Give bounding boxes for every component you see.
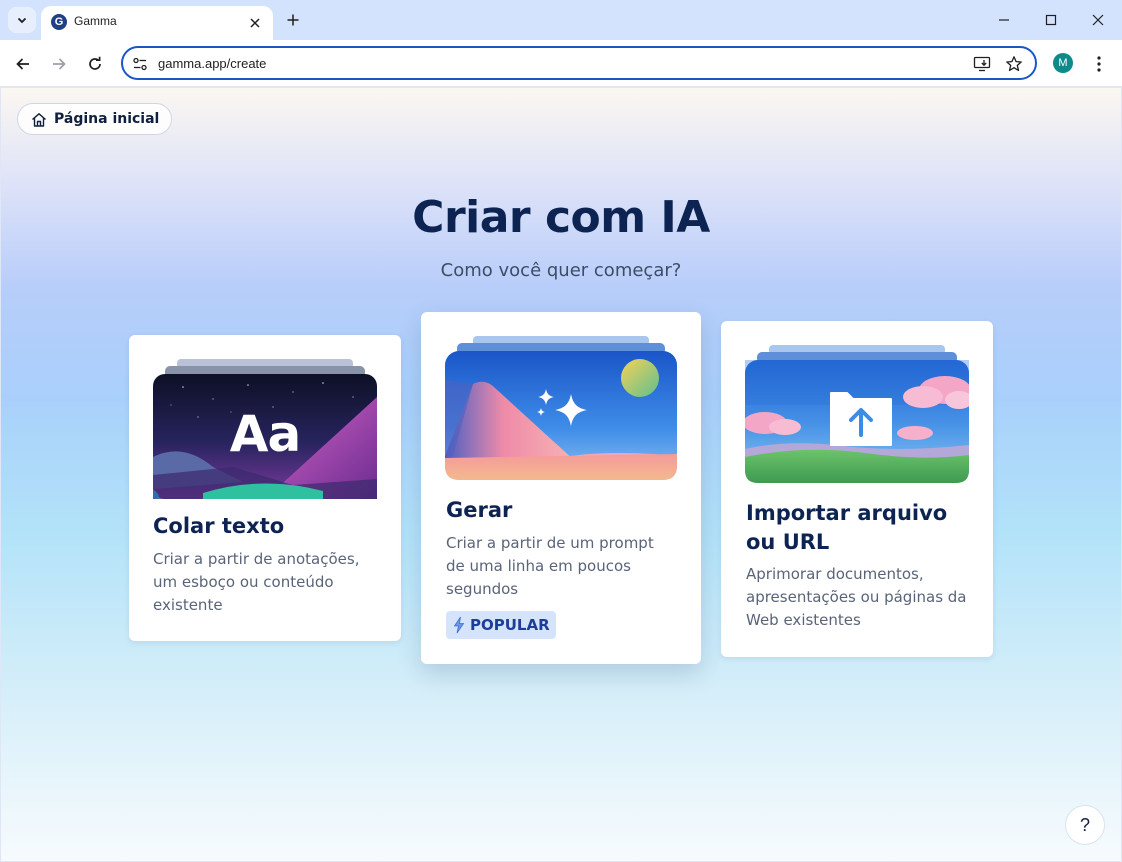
tab-search-button[interactable] [8, 7, 36, 33]
tab-close-button[interactable] [245, 13, 265, 33]
generate-description: Criar a partir de um prompt de uma linha… [446, 534, 654, 598]
window-close-button[interactable] [1086, 8, 1110, 32]
lightning-bolt-icon [453, 616, 465, 634]
import-title: Importar arquivo ou URL [746, 501, 948, 554]
arrow-left-icon [16, 58, 29, 70]
address-bar[interactable]: gamma.app/create [121, 46, 1037, 80]
browser-menu-button[interactable] [1088, 52, 1110, 76]
profile-avatar[interactable]: M [1053, 53, 1073, 73]
reload-icon [89, 56, 101, 70]
close-icon [1092, 14, 1104, 26]
import-illustration [745, 345, 969, 483]
help-button[interactable]: ? [1065, 805, 1105, 845]
home-icon [32, 113, 46, 127]
arrow-right-icon [53, 58, 66, 70]
generate-card[interactable]: Gerar Criar a partir de um prompt de uma… [421, 312, 701, 664]
browser-tab-gamma[interactable]: G Gamma [41, 6, 273, 40]
page-title: Criar com IA [412, 192, 710, 243]
generate-illustration [445, 336, 677, 480]
import-card[interactable]: Importar arquivo ou URL Aprimorar docume… [721, 321, 993, 657]
page-subtitle: Como você quer começar? [440, 260, 682, 281]
create-page: Página inicial Criar com IA Como você qu… [1, 88, 1121, 861]
generate-title: Gerar [446, 498, 513, 522]
minimize-button[interactable] [992, 8, 1016, 32]
back-button[interactable] [11, 52, 35, 76]
new-tab-button[interactable] [282, 9, 304, 31]
paste-text-art-text: Aa [229, 405, 301, 463]
tab-title: Gamma [74, 14, 117, 28]
home-button-label: Página inicial [54, 111, 160, 127]
browser-toolbar: gamma.app/create M [0, 40, 1122, 87]
popular-badge: POPULAR [446, 611, 556, 639]
chevron-down-icon [17, 17, 27, 24]
paste-text-card[interactable]: Aa Colar texto Criar a partir de anotaçõ… [129, 335, 401, 641]
close-icon [250, 18, 260, 28]
forward-button[interactable] [47, 52, 71, 76]
maximize-icon [1045, 14, 1057, 26]
plus-icon [287, 14, 299, 26]
maximize-button[interactable] [1039, 8, 1063, 32]
minimize-icon [999, 19, 1009, 21]
gamma-favicon-icon: G [51, 14, 67, 30]
browser-titlebar: G Gamma [0, 0, 1122, 40]
import-description: Aprimorar documentos, apresentações ou p… [746, 565, 967, 629]
install-app-icon[interactable] [972, 54, 992, 74]
popular-badge-label: POPULAR [470, 616, 550, 634]
paste-text-title: Colar texto [153, 514, 285, 538]
more-vert-icon [1097, 56, 1101, 72]
site-info-icon[interactable] [131, 55, 149, 73]
bookmark-star-icon[interactable] [1004, 54, 1024, 74]
home-button[interactable]: Página inicial [17, 103, 173, 135]
url-text[interactable]: gamma.app/create [158, 56, 266, 71]
reload-button[interactable] [83, 52, 107, 76]
paste-text-description: Criar a partir de anotações, um esboço o… [153, 550, 360, 614]
